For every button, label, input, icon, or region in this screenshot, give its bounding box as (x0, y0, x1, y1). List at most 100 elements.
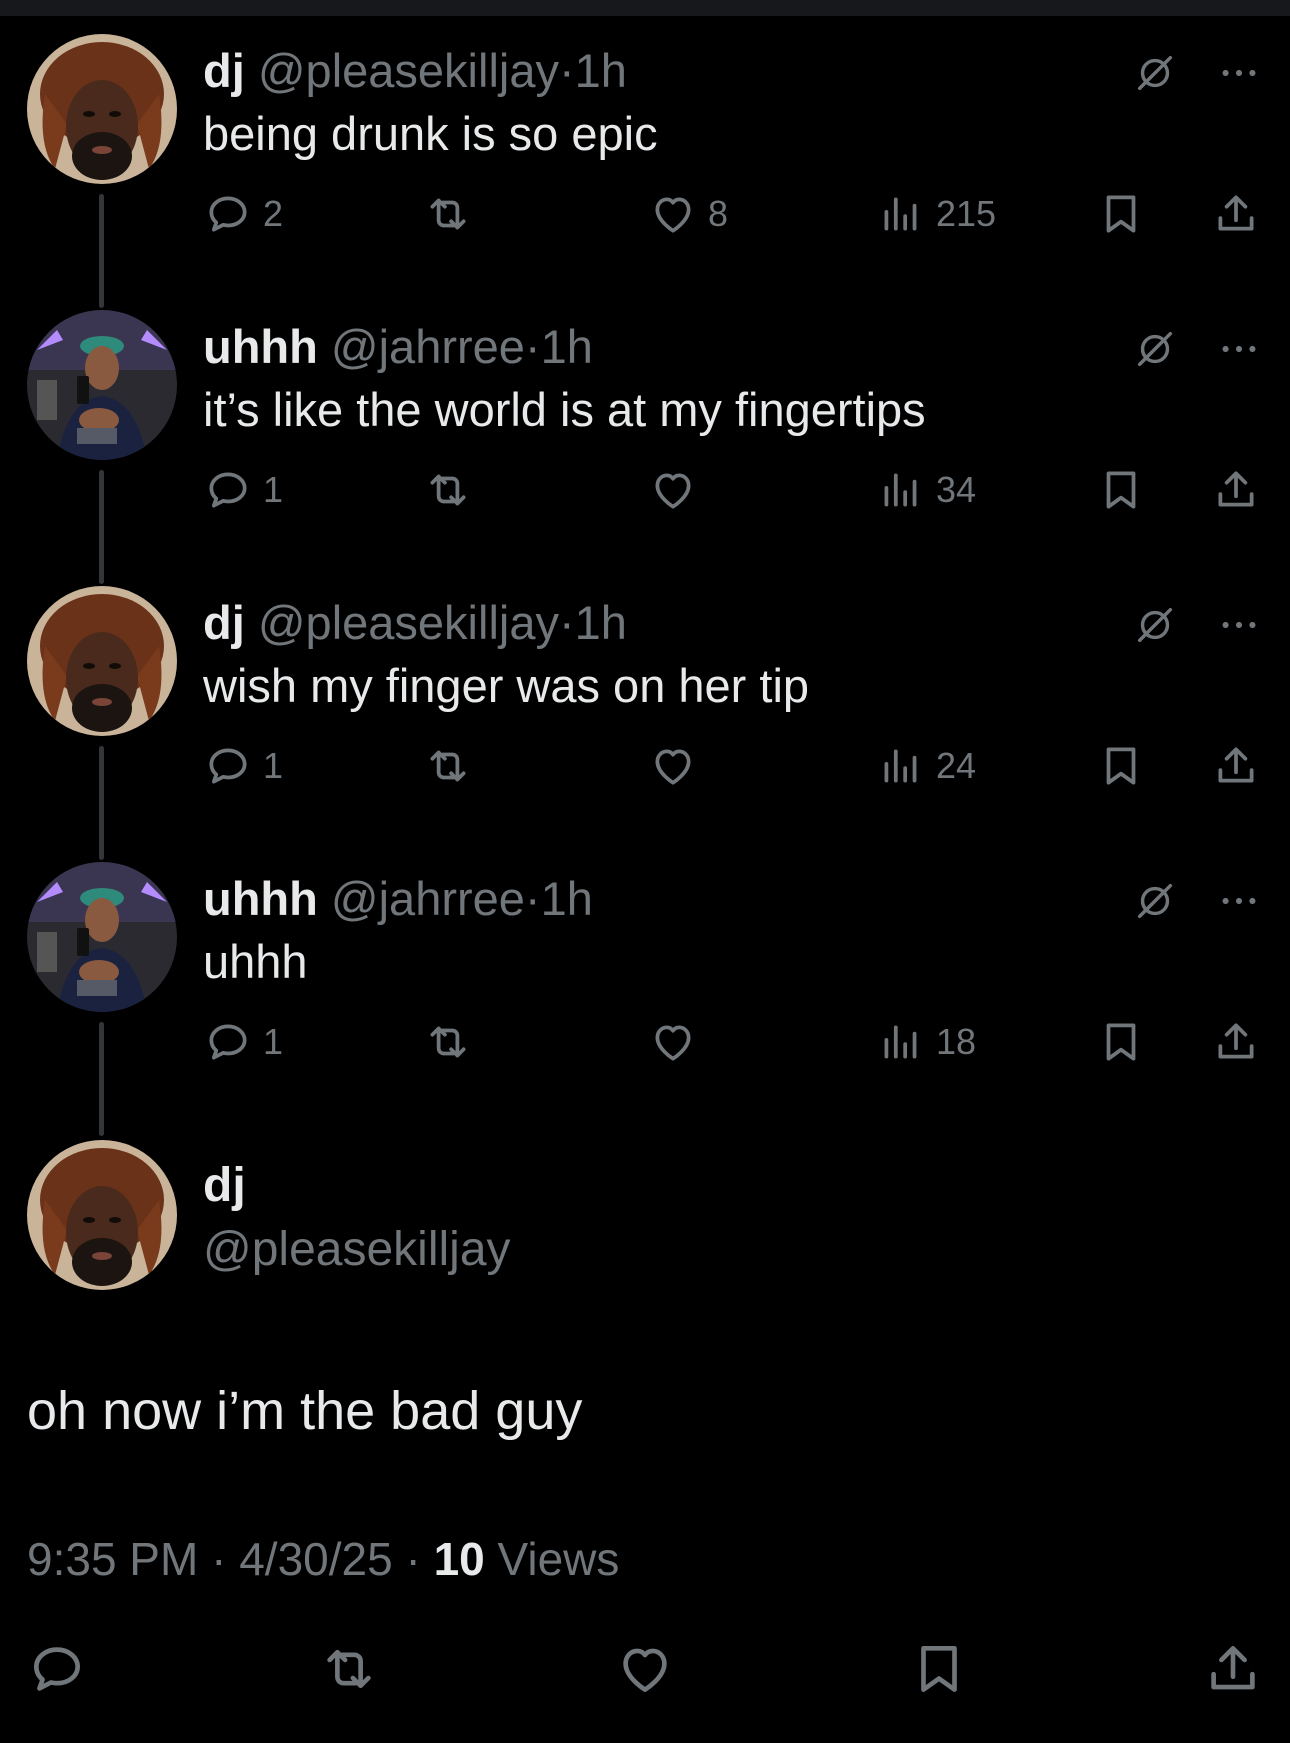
top-bar (0, 0, 1290, 16)
share-icon (1202, 1638, 1264, 1700)
bookmark-button[interactable] (1096, 1014, 1146, 1070)
separator: · (524, 872, 541, 925)
like-button[interactable]: 8 (648, 186, 728, 242)
reply-button[interactable] (26, 1638, 88, 1700)
reply-button[interactable]: 1 (203, 738, 283, 794)
more-icon[interactable] (1216, 326, 1262, 372)
share-icon (1211, 741, 1261, 791)
like-count: 8 (708, 193, 729, 234)
thread-tweet[interactable]: uhhh @jahrree·1h it’s like the world is … (0, 310, 1290, 586)
reply-button[interactable]: 2 (203, 186, 283, 242)
main-action-bar (0, 1638, 1290, 1702)
separator: · (405, 1533, 421, 1585)
handle[interactable]: @jahrree (331, 872, 525, 925)
action-bar: 1 34 (203, 462, 1263, 518)
thread-tweet[interactable]: dj @pleasekilljay·1h wish my finger was … (0, 586, 1290, 862)
display-name[interactable]: dj (203, 1158, 246, 1213)
timestamp[interactable]: 1h (541, 872, 593, 925)
share-icon (1211, 189, 1261, 239)
tweet-header: dj @pleasekilljay·1h (203, 44, 627, 98)
grok-icon[interactable] (1132, 602, 1178, 648)
share-icon (1211, 465, 1261, 515)
more-icon[interactable] (1216, 50, 1262, 96)
avatar[interactable] (27, 1140, 177, 1290)
bookmark-button[interactable] (1096, 186, 1146, 242)
tweet-text: it’s like the world is at my fingertips (203, 383, 926, 436)
share-button[interactable] (1211, 462, 1261, 518)
share-button[interactable] (1202, 1638, 1264, 1700)
thread-tweet[interactable]: uhhh @jahrree·1h uhhh 1 18 (0, 862, 1290, 1138)
bookmark-button[interactable] (1096, 738, 1146, 794)
handle[interactable]: @pleasekilljay (258, 596, 559, 649)
handle[interactable]: @jahrree (331, 320, 525, 373)
reply-icon (26, 1638, 88, 1700)
handle[interactable]: @pleasekilljay (258, 44, 559, 97)
share-button[interactable] (1211, 186, 1261, 242)
avatar[interactable] (27, 862, 177, 1012)
share-icon (1211, 1017, 1261, 1067)
display-name[interactable]: uhhh (203, 872, 318, 925)
views-icon (876, 465, 926, 515)
more-icon[interactable] (1216, 878, 1262, 924)
display-name[interactable]: dj (203, 596, 245, 649)
views-button[interactable]: 34 (876, 462, 976, 518)
timestamp[interactable]: 1h (541, 320, 593, 373)
like-button[interactable] (648, 738, 708, 794)
bookmark-button[interactable] (908, 1638, 970, 1700)
date[interactable]: 4/30/25 (239, 1533, 392, 1585)
reply-button[interactable]: 1 (203, 1014, 283, 1070)
views-button[interactable]: 24 (876, 738, 976, 794)
heart-icon (648, 465, 698, 515)
views-icon (876, 189, 926, 239)
tweet-text: being drunk is so epic (203, 107, 658, 160)
thread-connector (99, 746, 104, 860)
avatar[interactable] (27, 34, 177, 184)
like-button[interactable] (648, 1014, 708, 1070)
grok-icon[interactable] (1132, 878, 1178, 924)
heart-icon (648, 189, 698, 239)
reply-button[interactable]: 1 (203, 462, 283, 518)
timestamp[interactable]: 1h (575, 44, 627, 97)
bookmark-icon (1096, 465, 1146, 515)
grok-icon[interactable] (1132, 326, 1178, 372)
display-name[interactable]: dj (203, 44, 245, 97)
tweet-meta: 9:35 PM · 4/30/25 · 10 Views (27, 1532, 619, 1586)
reply-count: 2 (263, 193, 284, 234)
share-button[interactable] (1211, 1014, 1261, 1070)
retweet-button[interactable] (423, 1014, 483, 1070)
action-bar: 1 18 (203, 1014, 1263, 1070)
retweet-button[interactable] (423, 462, 483, 518)
view-count: 18 (936, 1021, 977, 1062)
separator: · (558, 44, 575, 97)
thread-connector (99, 1022, 104, 1136)
like-button[interactable] (614, 1638, 676, 1700)
display-name[interactable]: uhhh (203, 320, 318, 373)
like-button[interactable] (648, 462, 708, 518)
retweet-icon (423, 1017, 473, 1067)
thread-tweet[interactable]: dj @pleasekilljay·1h being drunk is so e… (0, 34, 1290, 310)
handle[interactable]: @pleasekilljay (203, 1222, 511, 1277)
retweet-button[interactable] (318, 1638, 380, 1700)
reply-icon (203, 189, 253, 239)
bookmark-icon (1096, 189, 1146, 239)
share-button[interactable] (1211, 738, 1261, 794)
views-button[interactable]: 215 (876, 186, 996, 242)
timestamp[interactable]: 1h (575, 596, 627, 649)
reply-count: 1 (263, 469, 284, 510)
retweet-button[interactable] (423, 186, 483, 242)
grok-icon[interactable] (1132, 50, 1178, 96)
reply-count: 1 (263, 1021, 284, 1062)
retweet-icon (423, 741, 473, 791)
avatar[interactable] (27, 310, 177, 460)
timestamp[interactable]: 9:35 PM (27, 1533, 198, 1585)
retweet-icon (423, 465, 473, 515)
action-bar: 1 24 (203, 738, 1263, 794)
separator: · (558, 596, 575, 649)
retweet-icon (423, 189, 473, 239)
views-button[interactable]: 18 (876, 1014, 976, 1070)
more-icon[interactable] (1216, 602, 1262, 648)
retweet-button[interactable] (423, 738, 483, 794)
bookmark-button[interactable] (1096, 462, 1146, 518)
bookmark-icon (1096, 741, 1146, 791)
avatar[interactable] (27, 586, 177, 736)
